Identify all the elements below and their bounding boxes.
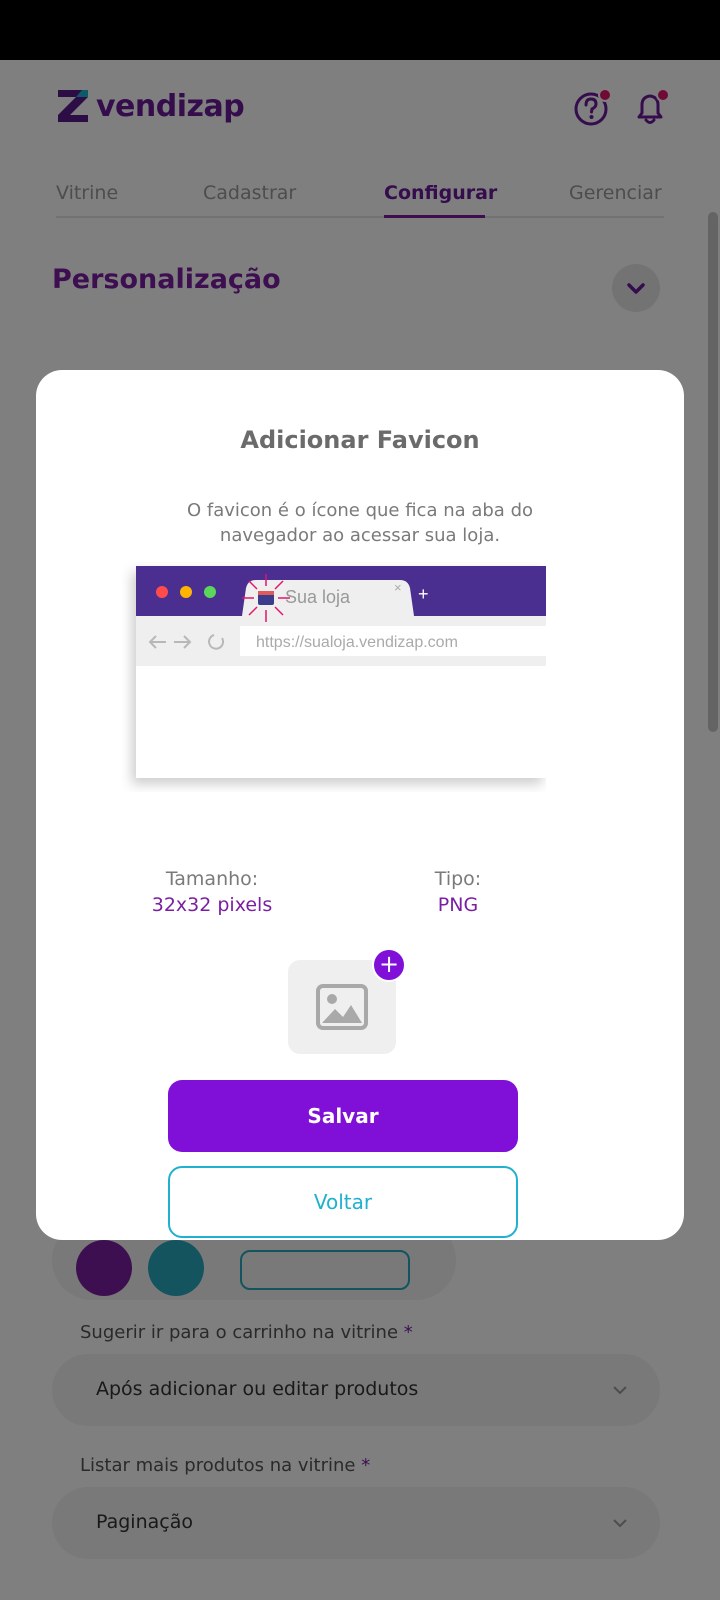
page: vendizap Vitrine Cadastrar Configurar Ge… — [0, 60, 720, 1600]
size-label: Tamanho: — [165, 868, 259, 890]
illustration-new-tab: + — [418, 584, 429, 604]
illustration-tab-close: × — [394, 580, 402, 595]
illustration-url: https://sualoja.vendizap.com — [256, 634, 458, 651]
status-bar — [0, 0, 720, 60]
type-label: Tipo: — [434, 868, 482, 890]
dialog-description: O favicon é o ícone que fica na aba do n… — [186, 500, 534, 546]
save-button[interactable]: Salvar — [168, 1080, 518, 1152]
back-button[interactable]: Voltar — [168, 1166, 518, 1238]
type-value: PNG — [437, 894, 479, 916]
add-icon[interactable]: + — [372, 948, 406, 982]
image-placeholder-icon — [316, 984, 368, 1030]
browser-illustration: Sua loja × + https://sualoja.vendizap.co… — [136, 562, 592, 792]
illustration-tab-title: Sua loja — [285, 587, 351, 607]
favicon-dialog: Adicionar Favicon O favicon é o ícone qu… — [36, 370, 684, 1240]
dialog-title: Adicionar Favicon — [240, 426, 480, 454]
size-value: 32x32 pixels — [151, 894, 273, 916]
